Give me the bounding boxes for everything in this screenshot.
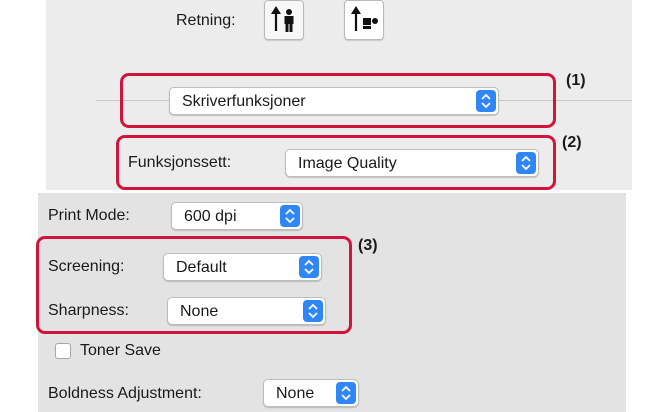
chevron-up-down-icon [476, 90, 496, 112]
callout-1-number: (1) [566, 72, 586, 89]
toner-save-label: Toner Save [80, 342, 161, 359]
feature-set-label: Funksjonssett: [128, 154, 232, 171]
chevron-up-down-icon [299, 256, 319, 278]
print-mode-value: 600 dpi [184, 208, 237, 225]
panel-select-popup[interactable]: Skriverfunksjoner [169, 87, 499, 115]
feature-set-popup[interactable]: Image Quality [285, 149, 539, 177]
screening-popup[interactable]: Default [163, 253, 322, 281]
sharpness-popup[interactable]: None [167, 297, 326, 325]
orientation-label: Retning: [176, 12, 236, 29]
chevron-up-down-icon [516, 152, 536, 174]
orientation-landscape-button[interactable] [344, 0, 384, 40]
sharpness-label: Sharpness: [48, 302, 129, 319]
callout-3-number: (3) [358, 237, 378, 254]
toner-save-checkbox[interactable] [55, 343, 71, 359]
screening-value: Default [176, 259, 227, 276]
screening-label: Screening: [48, 258, 125, 275]
callout-2-number: (2) [562, 134, 582, 151]
chevron-up-down-icon [303, 300, 323, 322]
boldness-value: None [276, 385, 315, 402]
portrait-icon [271, 6, 294, 32]
chevron-up-down-icon [336, 382, 356, 404]
landscape-icon [351, 6, 378, 31]
feature-set-value: Image Quality [298, 155, 397, 172]
panel-select-value: Skriverfunksjoner [182, 93, 306, 110]
sharpness-value: None [180, 303, 219, 320]
orientation-portrait-button[interactable] [264, 0, 304, 40]
print-mode-label: Print Mode: [48, 207, 130, 224]
print-mode-popup[interactable]: 600 dpi [171, 202, 303, 230]
chevron-up-down-icon [280, 205, 300, 227]
boldness-popup[interactable]: None [263, 379, 359, 407]
boldness-label: Boldness Adjustment: [48, 385, 202, 402]
